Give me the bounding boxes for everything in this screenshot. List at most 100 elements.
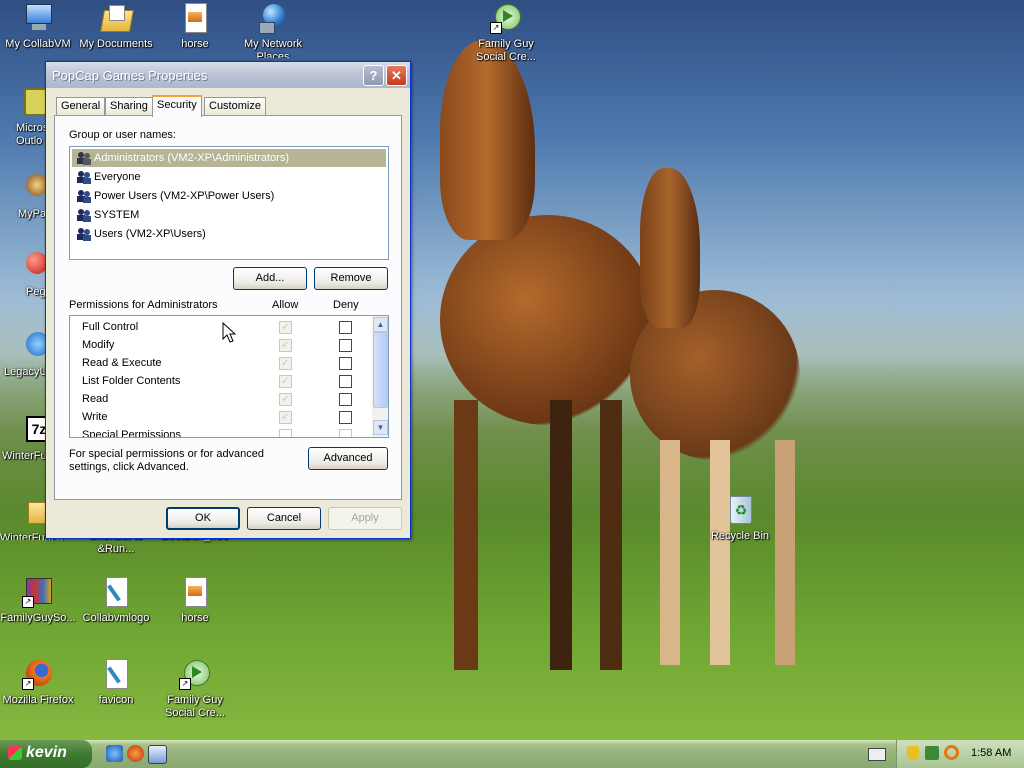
user-group-icon (76, 227, 91, 241)
tab-general[interactable]: General (56, 97, 106, 115)
user-row-power-users[interactable]: Power Users (VM2-XP\Power Users) (72, 187, 386, 205)
allow-checkbox[interactable] (279, 429, 292, 437)
deny-checkbox[interactable] (339, 411, 352, 424)
close-button[interactable]: ✕ (386, 65, 407, 86)
user-name: Everyone (94, 171, 141, 183)
allow-column-header: Allow (272, 299, 299, 311)
system-tray: 1:58 AM (896, 740, 1024, 768)
folder-documents-icon (100, 2, 134, 34)
user-list[interactable]: Administrators (VM2-XP\Administrators) E… (69, 146, 389, 260)
keyboard-icon[interactable] (868, 748, 886, 761)
icon-label: horse (181, 38, 209, 50)
permission-name: Read (82, 393, 109, 405)
dialog-title-bar[interactable]: PopCap Games Properties ? ✕ (46, 62, 410, 88)
user-row-everyone[interactable]: Everyone (72, 168, 386, 186)
outlook-icon (14, 86, 50, 118)
desktop-icon-family-guy-top[interactable]: ↗ Family Guy Social Cre... (468, 2, 544, 64)
user-name: SYSTEM (94, 209, 140, 221)
permission-row-full-control: Full Control (70, 318, 370, 337)
desktop-icon-my-collabvm[interactable]: My CollabVM (0, 2, 76, 51)
network-icon[interactable] (925, 746, 939, 760)
user-row-system[interactable]: SYSTEM (72, 206, 386, 224)
wallpaper-horse-foal-legs (650, 440, 800, 665)
search-icon[interactable] (944, 745, 959, 760)
computer-icon (22, 2, 54, 34)
group-names-label: Group or user names: (69, 129, 176, 141)
start-button[interactable]: kevin (0, 740, 92, 768)
icon-label: Mozilla Firefox (2, 694, 74, 706)
allow-checkbox[interactable] (279, 355, 292, 373)
scroll-down-arrow-icon[interactable]: ▼ (373, 420, 388, 435)
user-group-icon (76, 189, 91, 203)
desktop-icon-horse[interactable]: horse (157, 2, 233, 51)
security-shield-icon[interactable] (907, 746, 919, 760)
scrollbar-thumb[interactable] (373, 332, 388, 408)
deny-checkbox[interactable] (339, 357, 352, 370)
icon-label: My CollabVM (5, 38, 71, 50)
apply-button[interactable]: Apply (328, 507, 402, 530)
tab-customize[interactable]: Customize (204, 97, 266, 115)
desktop-icon-horse-bottom[interactable]: horse (157, 576, 233, 625)
permissions-scrollbar[interactable]: ▲ ▼ (372, 316, 388, 437)
deny-checkbox[interactable] (339, 393, 352, 406)
desktop-icon-mozilla-firefox[interactable]: ↗ Mozilla Firefox (0, 658, 76, 707)
permission-name: List Folder Contents (82, 375, 181, 387)
properties-dialog: PopCap Games Properties ? ✕ General Shar… (45, 61, 411, 539)
firefox-quicklaunch-icon[interactable] (127, 745, 144, 762)
sevenzip-icon: 7z (14, 414, 52, 446)
help-button[interactable]: ? (363, 65, 384, 86)
desktop-icon-familyguyso[interactable]: ↗ FamilyGuySo... (0, 576, 76, 625)
deny-checkbox[interactable] (339, 375, 352, 388)
desktop-icon-recycle-bin[interactable]: ♻ Recycle Bin (702, 494, 778, 543)
icon-label: My Network Places (243, 38, 303, 58)
desktop-icon-favicon[interactable]: favicon (78, 658, 154, 707)
icon-label: Collabvmlogo (82, 612, 150, 624)
firefox-icon: ↗ (22, 658, 54, 690)
scroll-up-arrow-icon[interactable]: ▲ (373, 317, 388, 332)
allow-checkbox[interactable] (279, 337, 292, 355)
deny-checkbox[interactable] (339, 321, 352, 334)
add-button[interactable]: Add... (233, 267, 307, 290)
tab-sharing[interactable]: Sharing (105, 97, 153, 115)
wallpaper-horse-large (440, 215, 655, 425)
icon-label: My Documents (79, 38, 153, 50)
remove-button[interactable]: Remove (314, 267, 388, 290)
internet-explorer-icon[interactable] (106, 745, 123, 762)
deny-checkbox[interactable] (339, 429, 352, 437)
desktop-icon-collabvmlogo[interactable]: Collabvmlogo (78, 576, 154, 625)
wallpaper-horse-large-legs (450, 400, 640, 670)
start-label: kevin (26, 744, 67, 761)
icon-label: favicon (98, 694, 134, 706)
icon-label: Family Guy Social Cre... (165, 694, 225, 719)
allow-checkbox[interactable] (279, 391, 292, 409)
desktop-icon-my-network-places[interactable]: My Network Places (235, 2, 311, 58)
mypal-icon (14, 172, 48, 204)
advanced-button[interactable]: Advanced (308, 447, 388, 470)
allow-checkbox[interactable] (279, 373, 292, 391)
taskbar: kevin 1:58 AM (0, 740, 1024, 768)
desktop-icon-family-guy-bottom[interactable]: ↗ Family Guy Social Cre... (157, 658, 233, 720)
permission-row-read: Read (70, 390, 370, 409)
tab-security[interactable]: Security (152, 95, 202, 117)
permission-row-special-permissions: Special Permissions (70, 426, 370, 437)
wallpaper-horse-large-neck (440, 40, 535, 240)
show-desktop-icon[interactable] (148, 745, 167, 764)
ok-button[interactable]: OK (166, 507, 240, 530)
shortcut-arrow-icon: ↗ (490, 22, 502, 34)
image-file-icon (179, 2, 211, 34)
shortcut-arrow-icon: ↗ (22, 596, 34, 608)
image-file-icon (179, 576, 211, 608)
permission-name: Write (82, 411, 108, 423)
deny-column-header: Deny (333, 299, 359, 311)
cancel-button[interactable]: Cancel (247, 507, 321, 530)
allow-checkbox[interactable] (279, 409, 292, 427)
clock[interactable]: 1:58 AM (971, 747, 1011, 759)
deny-checkbox[interactable] (339, 339, 352, 352)
network-globe-icon (257, 2, 289, 34)
user-row-users[interactable]: Users (VM2-XP\Users) (72, 225, 386, 243)
allow-checkbox[interactable] (279, 319, 292, 337)
icon-label: horse (181, 612, 209, 624)
user-row-administrators[interactable]: Administrators (VM2-XP\Administrators) (72, 149, 386, 167)
user-name: Administrators (VM2-XP\Administrators) (94, 152, 289, 164)
desktop-icon-my-documents[interactable]: My Documents (78, 2, 154, 51)
